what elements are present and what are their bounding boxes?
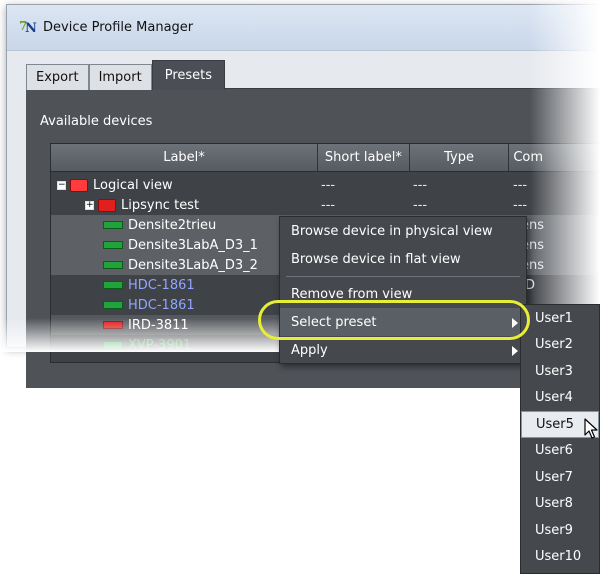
row-com: --- bbox=[513, 177, 528, 193]
row-label: Densite2trieu bbox=[128, 217, 217, 233]
submenu-item-user9[interactable]: User9 bbox=[521, 517, 599, 544]
tab-presets[interactable]: Presets bbox=[151, 60, 226, 90]
callout-highlight-ring bbox=[258, 300, 530, 340]
row-label: Logical view bbox=[93, 177, 173, 193]
row-label: Densite3LabA_D3_2 bbox=[128, 257, 258, 273]
column-header-label[interactable]: Label* bbox=[51, 144, 319, 171]
menu-separator bbox=[286, 276, 520, 277]
red-device-icon bbox=[103, 321, 123, 329]
folder-icon bbox=[98, 198, 116, 212]
expand-icon[interactable]: + bbox=[85, 200, 94, 210]
menu-item-browse-physical[interactable]: Browse device in physical view bbox=[280, 217, 526, 245]
column-header-short-label[interactable]: Short label* bbox=[318, 144, 410, 171]
folder-open-icon bbox=[70, 178, 88, 192]
row-type: --- bbox=[413, 197, 428, 213]
row-label: HDC-1861 bbox=[128, 297, 195, 313]
window-title: Device Profile Manager bbox=[43, 20, 194, 35]
submenu-arrow-icon bbox=[512, 346, 518, 356]
menu-item-browse-flat[interactable]: Browse device in flat view bbox=[280, 245, 526, 273]
green-device-icon bbox=[103, 261, 123, 269]
title-bar: 7N Device Profile Manager bbox=[7, 5, 600, 51]
available-devices-label: Available devices bbox=[40, 114, 153, 129]
green-device-icon bbox=[103, 301, 123, 309]
menu-item-label: Apply bbox=[291, 342, 328, 358]
row-type: --- bbox=[413, 177, 428, 193]
green-device-icon bbox=[103, 241, 123, 249]
green-device-icon bbox=[103, 281, 123, 289]
submenu-item-user8[interactable]: User8 bbox=[521, 491, 599, 518]
green-device-icon bbox=[103, 341, 123, 349]
column-header-type[interactable]: Type bbox=[410, 144, 510, 171]
submenu-item-user10[interactable]: User10 bbox=[521, 544, 599, 571]
tab-import[interactable]: Import bbox=[88, 64, 152, 90]
mouse-cursor-icon bbox=[584, 418, 598, 439]
tab-bar: Export Import Presets bbox=[26, 58, 226, 90]
app-logo-icon: 7N bbox=[19, 18, 37, 36]
row-short-label: --- bbox=[321, 177, 336, 193]
table-row[interactable]: + Lipsync test --- --- --- bbox=[51, 195, 600, 215]
column-header-com[interactable]: Com bbox=[509, 144, 600, 171]
row-label: IRD-3811 bbox=[128, 317, 189, 333]
submenu-item-user1[interactable]: User1 bbox=[521, 305, 599, 332]
collapse-icon[interactable]: − bbox=[57, 180, 66, 190]
tab-export[interactable]: Export bbox=[26, 64, 89, 90]
row-com: --- bbox=[513, 197, 528, 213]
table-row[interactable]: − Logical view --- --- --- bbox=[51, 175, 600, 195]
context-menu: Browse device in physical view Browse de… bbox=[279, 216, 527, 364]
table-header: Label* Short label* Type Com bbox=[51, 144, 600, 172]
submenu-item-user2[interactable]: User2 bbox=[521, 332, 599, 359]
row-label: Densite3LabA_D3_1 bbox=[128, 237, 258, 253]
submenu-item-user4[interactable]: User4 bbox=[521, 385, 599, 412]
menu-item-apply[interactable]: Apply bbox=[280, 336, 526, 364]
submenu-item-user6[interactable]: User6 bbox=[521, 438, 599, 465]
row-label: XVP-3901 bbox=[128, 337, 192, 353]
green-device-icon bbox=[103, 221, 123, 229]
row-short-label: --- bbox=[321, 197, 336, 213]
row-label: HDC-1861 bbox=[128, 277, 195, 293]
submenu-item-user3[interactable]: User3 bbox=[521, 358, 599, 385]
submenu-item-user7[interactable]: User7 bbox=[521, 464, 599, 491]
row-label: Lipsync test bbox=[121, 197, 200, 213]
